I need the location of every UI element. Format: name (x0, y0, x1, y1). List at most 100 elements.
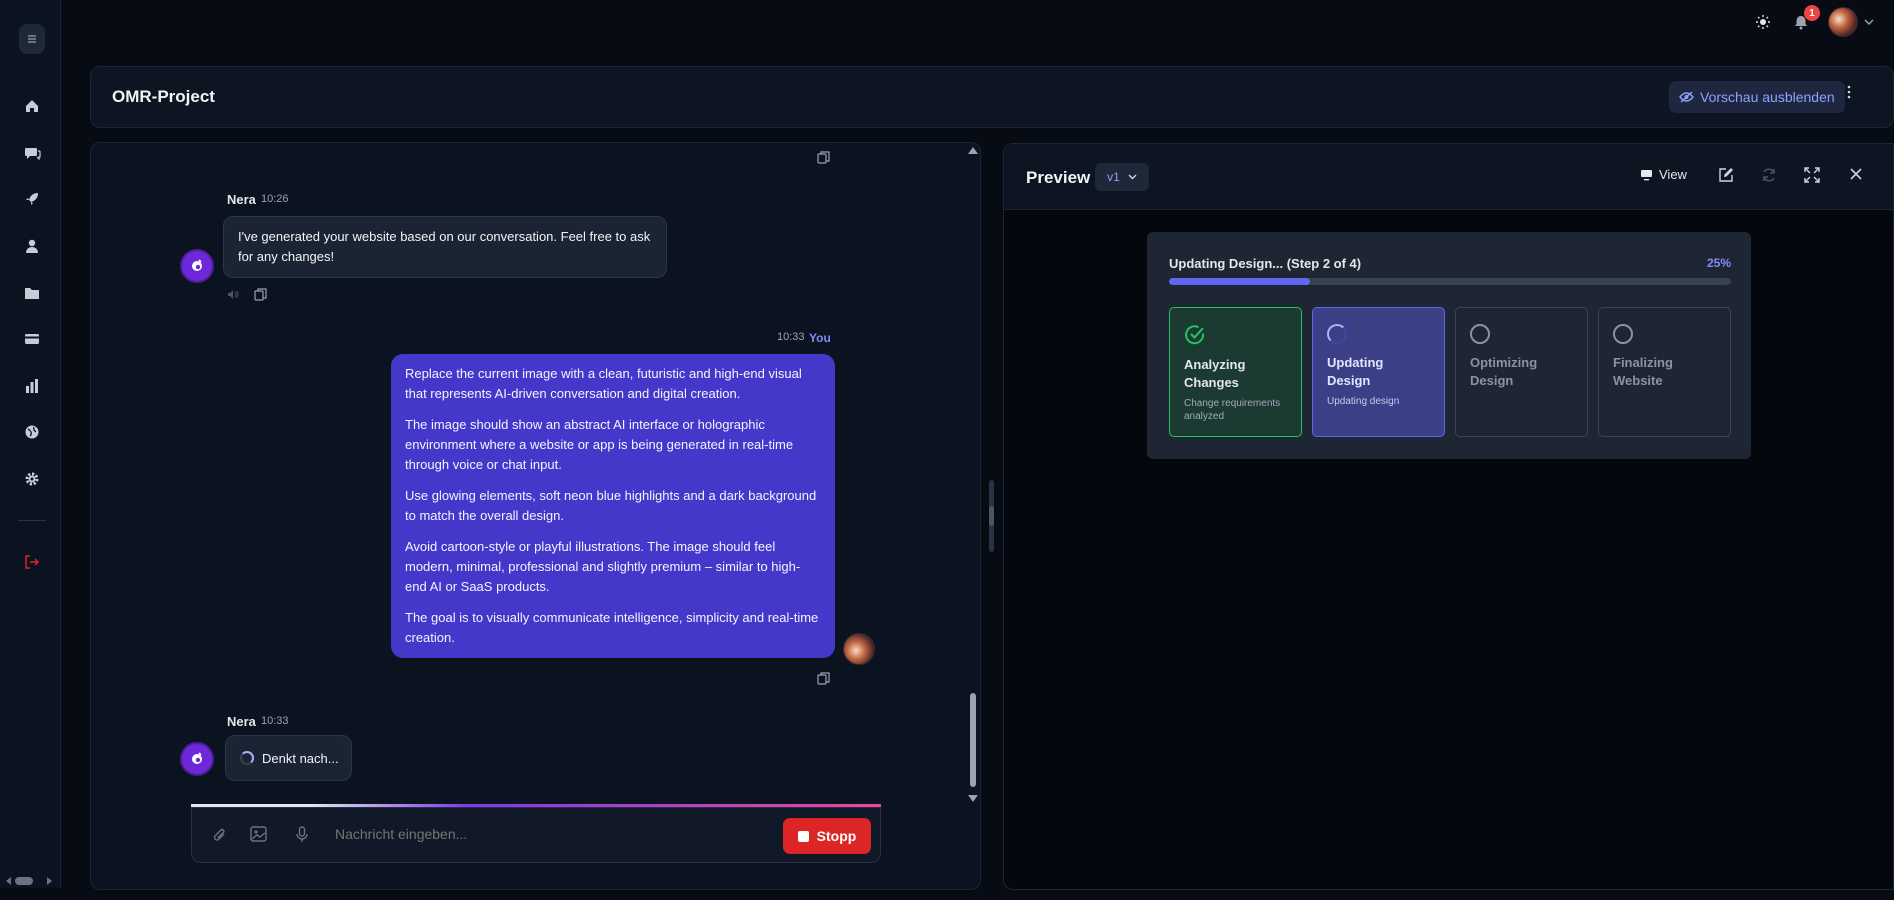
progress-percent: 25% (1706, 256, 1731, 270)
scroll-thumb[interactable] (970, 693, 976, 787)
rocket-icon (26, 193, 38, 205)
page-title: OMR-Project (112, 87, 215, 106)
project-header: OMR-Project Vorschau ausblenden (90, 66, 1894, 128)
sun-icon (1756, 15, 1770, 29)
folder-icon (25, 288, 39, 299)
copy-icon[interactable] (817, 672, 830, 685)
message-paragraph: Use glowing elements, soft neon blue hig… (405, 488, 817, 523)
message-author: Nera (227, 192, 256, 207)
user-message-bubble: Replace the current image with a clean, … (391, 354, 835, 658)
copy-icon[interactable] (817, 151, 830, 164)
scroll-thumb[interactable] (15, 877, 33, 885)
bot-avatar (180, 249, 214, 283)
message-time: 10:26 (261, 193, 289, 205)
sidebar-item-logout[interactable] (20, 550, 44, 574)
preview-title: Preview (1026, 168, 1091, 187)
pending-circle-icon (1470, 324, 1490, 344)
sidebar-item-billing[interactable] (20, 327, 44, 351)
preview-panel: Preview v1 View Updating Design... (Step… (1003, 143, 1894, 890)
view-label: View (1659, 167, 1687, 182)
bot-message-bubble: I've generated your website based on our… (223, 216, 667, 278)
sidebar-item-analytics[interactable] (20, 374, 44, 398)
gear-icon (25, 472, 39, 486)
message-time: 10:33 (777, 331, 805, 343)
hide-preview-button[interactable]: Vorschau ausblenden (1669, 81, 1845, 113)
step-sublabel: Updating design (1327, 396, 1400, 407)
step-label: Optimizing Design (1470, 355, 1538, 388)
panel-resize-handle[interactable] (989, 480, 994, 552)
sidebar-item-files[interactable] (20, 281, 44, 305)
scroll-down-icon[interactable] (968, 795, 978, 802)
microphone-icon[interactable] (296, 826, 308, 843)
sidebar-item-profile[interactable] (20, 234, 44, 258)
image-icon[interactable] (250, 826, 267, 842)
stop-button[interactable]: Stopp (783, 818, 871, 854)
eye-off-icon (1679, 91, 1694, 103)
top-right-controls: 1 (1752, 5, 1874, 38)
more-options-button[interactable] (1847, 85, 1851, 99)
menu-icon (28, 35, 36, 43)
sidebar-toggle-button[interactable] (19, 24, 45, 54)
hide-preview-label: Vorschau ausblenden (1700, 89, 1835, 105)
thinking-label: Denkt nach... (262, 750, 339, 766)
scroll-up-icon[interactable] (968, 147, 978, 154)
progress-title: Updating Design... (Step 2 of 4) (1169, 256, 1362, 271)
preview-header: Preview v1 View (1004, 144, 1893, 210)
step-finalizing-website: Finalizing Website (1598, 307, 1731, 437)
logout-icon (25, 555, 40, 569)
fullscreen-icon[interactable] (1804, 167, 1820, 183)
step-analyzing-changes: Analyzing Changes Change requirements an… (1169, 307, 1302, 437)
avatar[interactable] (1828, 7, 1858, 37)
paperclip-icon[interactable] (212, 826, 228, 844)
refresh-icon[interactable] (1761, 167, 1777, 183)
step-label: Analyzing Changes (1184, 357, 1246, 390)
stop-label: Stopp (816, 828, 857, 844)
close-icon[interactable] (1849, 167, 1863, 181)
message-paragraph: Replace the current image with a clean, … (405, 366, 802, 401)
scroll-right-icon[interactable] (47, 877, 52, 885)
thinking-indicator: Denkt nach... (225, 735, 352, 781)
theme-toggle-button[interactable] (1752, 11, 1774, 33)
sidebar-item-domains[interactable] (20, 420, 44, 444)
sidebar-scrollbar[interactable] (6, 876, 56, 886)
view-button[interactable]: View (1640, 167, 1687, 182)
chevron-down-icon (1864, 19, 1874, 25)
edit-icon[interactable] (1718, 167, 1734, 183)
step-updating-design: Updating Design Updating design (1312, 307, 1445, 437)
notifications-button[interactable]: 1 (1790, 5, 1820, 33)
spinner-icon (240, 751, 254, 765)
sidebar-item-launch[interactable] (20, 187, 44, 211)
copy-icon[interactable] (254, 288, 267, 301)
version-label: v1 (1107, 170, 1120, 184)
bot-logo-icon (192, 259, 202, 271)
step-label: Updating Design (1327, 355, 1384, 388)
chat-icon (24, 148, 41, 161)
message-paragraph: The goal is to visually communicate inte… (405, 610, 819, 645)
sidebar-item-home[interactable] (20, 94, 44, 118)
message-input[interactable] (335, 826, 735, 842)
step-sublabel: Change requirements analyzed (1184, 398, 1281, 422)
message-author: Nera (227, 714, 256, 729)
notification-count-badge: 1 (1804, 5, 1820, 21)
resize-knob[interactable] (989, 506, 994, 526)
pending-circle-icon (1613, 324, 1633, 344)
build-progress-card: Updating Design... (Step 2 of 4) 25% Ana… (1147, 232, 1751, 459)
step-label: Finalizing Website (1613, 355, 1673, 388)
monitor-icon (1641, 169, 1652, 180)
bar-chart-icon (26, 379, 38, 393)
sidebar-item-settings[interactable] (20, 467, 44, 491)
chat-scrollbar[interactable] (967, 145, 979, 805)
home-icon (26, 100, 38, 112)
message-paragraph: The image should show an abstract AI int… (405, 417, 794, 472)
check-circle-icon (1185, 325, 1205, 345)
credit-card-icon (25, 334, 39, 344)
scroll-left-icon[interactable] (6, 877, 11, 885)
chevron-down-icon (1128, 174, 1137, 180)
user-icon (26, 239, 38, 253)
bot-avatar (180, 742, 214, 776)
version-select[interactable]: v1 (1095, 163, 1149, 191)
user-menu-button[interactable] (1828, 7, 1874, 37)
chat-panel: Nera 10:26 I've generated your website b… (90, 142, 981, 890)
sidebar-item-chats[interactable] (20, 141, 44, 165)
speaker-icon[interactable] (227, 289, 239, 300)
